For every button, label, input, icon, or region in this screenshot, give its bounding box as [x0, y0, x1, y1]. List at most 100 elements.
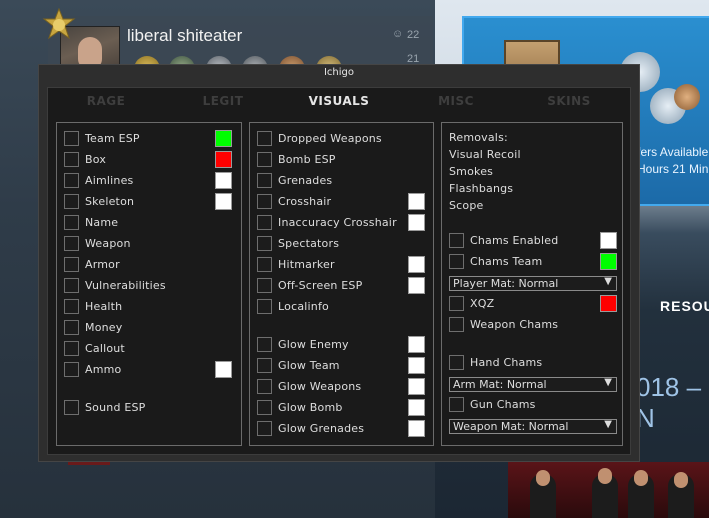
spectators-checkbox[interactable] [257, 236, 272, 251]
chams-enabled-checkbox[interactable] [449, 233, 464, 248]
scope-item[interactable]: Scope [449, 199, 484, 212]
chams-enabled-label: Chams Enabled [470, 234, 559, 247]
ammo-checkbox[interactable] [64, 362, 79, 377]
sound-esp-checkbox[interactable] [64, 400, 79, 415]
chams-enabled-color-swatch[interactable] [600, 232, 617, 249]
glow-grenades-checkbox[interactable] [257, 421, 272, 436]
vulnerabilities-checkbox[interactable] [64, 278, 79, 293]
glow-grenades-label: Glow Grenades [278, 422, 365, 435]
glow-weapons-checkbox[interactable] [257, 379, 272, 394]
aimlines-checkbox[interactable] [64, 173, 79, 188]
box-checkbox[interactable] [64, 152, 79, 167]
rank-badge-icon [42, 8, 76, 40]
gun-chams-checkbox[interactable] [449, 397, 464, 412]
bomb-esp-checkbox[interactable] [257, 152, 272, 167]
inaccuracy-crosshair-color-swatch[interactable] [408, 214, 425, 231]
xqz-color-swatch[interactable] [600, 295, 617, 312]
smokes-item[interactable]: Smokes [449, 165, 493, 178]
xqz-checkbox[interactable] [449, 296, 464, 311]
chams-team-checkbox[interactable] [449, 254, 464, 269]
offscreen-esp-color-swatch[interactable] [408, 277, 425, 294]
hand-chams-checkbox[interactable] [449, 355, 464, 370]
vulnerabilities-label: Vulnerabilities [85, 279, 166, 292]
glow-team-checkbox[interactable] [257, 358, 272, 373]
grenades-checkbox[interactable] [257, 173, 272, 188]
name-checkbox[interactable] [64, 215, 79, 230]
crosshair-checkbox[interactable] [257, 194, 272, 209]
bomb-esp-label: Bomb ESP [278, 153, 336, 166]
ammo-label: Ammo [85, 363, 122, 376]
grenades-label: Grenades [278, 174, 333, 187]
glow-bomb-color-swatch[interactable] [408, 399, 425, 416]
flashbangs-item[interactable]: Flashbangs [449, 182, 513, 195]
chams-team-color-swatch[interactable] [600, 253, 617, 270]
gun-chams-label: Gun Chams [470, 398, 536, 411]
hand-chams-label: Hand Chams [470, 356, 543, 369]
skeleton-color-swatch[interactable] [215, 193, 232, 210]
chevron-down-icon: ▼ [604, 276, 612, 287]
glow-team-label: Glow Team [278, 359, 340, 372]
cheat-menu-window[interactable]: Ichigo RAGE LEGIT VISUALS MISC SKINS Tea… [38, 64, 640, 462]
player-mat-dropdown[interactable]: Player Mat: Normal ▼ [449, 276, 617, 291]
callout-checkbox[interactable] [64, 341, 79, 356]
glow-bomb-checkbox[interactable] [257, 400, 272, 415]
inaccuracy-crosshair-checkbox[interactable] [257, 215, 272, 230]
money-label: Money [85, 321, 123, 334]
glow-weapons-color-swatch[interactable] [408, 378, 425, 395]
promo-offers-text: ffers Available [634, 145, 709, 159]
player-mat-value: Player Mat: Normal [453, 277, 559, 290]
localinfo-label: Localinfo [278, 300, 329, 313]
coin-icon [674, 84, 700, 110]
health-checkbox[interactable] [64, 299, 79, 314]
tab-visuals[interactable]: VISUALS [289, 94, 389, 108]
sound-esp-label: Sound ESP [85, 401, 146, 414]
chevron-down-icon: ▼ [604, 377, 612, 388]
glow-enemy-checkbox[interactable] [257, 337, 272, 352]
dropped-weapons-checkbox[interactable] [257, 131, 272, 146]
arm-mat-value: Arm Mat: Normal [453, 378, 547, 391]
spectators-label: Spectators [278, 237, 340, 250]
team-esp-color-swatch[interactable] [215, 130, 232, 147]
menu-title: Ichigo [323, 67, 355, 78]
weapon-chams-checkbox[interactable] [449, 317, 464, 332]
hitmarker-color-swatch[interactable] [408, 256, 425, 273]
team-esp-label: Team ESP [85, 132, 140, 145]
tab-legit[interactable]: LEGIT [173, 94, 273, 108]
news-photo[interactable] [508, 462, 709, 518]
skeleton-checkbox[interactable] [64, 194, 79, 209]
resources-nav-label[interactable]: RESOU [660, 298, 709, 314]
name-label: Name [85, 216, 119, 229]
tab-skins[interactable]: SKINS [519, 94, 619, 108]
stat-icon-1: ☺ [392, 28, 404, 40]
crosshair-color-swatch[interactable] [408, 193, 425, 210]
aimlines-color-swatch[interactable] [215, 172, 232, 189]
localinfo-checkbox[interactable] [257, 299, 272, 314]
offscreen-esp-checkbox[interactable] [257, 278, 272, 293]
weapon-checkbox[interactable] [64, 236, 79, 251]
tab-bar: RAGE LEGIT VISUALS MISC SKINS [48, 88, 630, 114]
inaccuracy-crosshair-label: Inaccuracy Crosshair [278, 216, 397, 229]
ammo-color-swatch[interactable] [215, 361, 232, 378]
weapon-mat-value: Weapon Mat: Normal [453, 420, 569, 433]
glow-team-color-swatch[interactable] [408, 357, 425, 374]
box-color-swatch[interactable] [215, 151, 232, 168]
glow-enemy-label: Glow Enemy [278, 338, 349, 351]
money-checkbox[interactable] [64, 320, 79, 335]
weapon-mat-dropdown[interactable]: Weapon Mat: Normal ▼ [449, 419, 617, 434]
tab-misc[interactable]: MISC [406, 94, 506, 108]
chams-column: Removals: Visual Recoil Smokes Flashbang… [441, 122, 623, 446]
skeleton-label: Skeleton [85, 195, 135, 208]
arm-mat-dropdown[interactable]: Arm Mat: Normal ▼ [449, 377, 617, 392]
glow-enemy-color-swatch[interactable] [408, 336, 425, 353]
armor-checkbox[interactable] [64, 257, 79, 272]
armor-label: Armor [85, 258, 120, 271]
hitmarker-checkbox[interactable] [257, 257, 272, 272]
aimlines-label: Aimlines [85, 174, 134, 187]
team-esp-checkbox[interactable] [64, 131, 79, 146]
glow-grenades-color-swatch[interactable] [408, 420, 425, 437]
glow-bomb-label: Glow Bomb [278, 401, 343, 414]
chevron-down-icon: ▼ [604, 419, 612, 430]
visual-recoil-item[interactable]: Visual Recoil [449, 148, 521, 161]
world-column: Dropped Weapons Bomb ESP Grenades Crossh… [249, 122, 434, 446]
tab-rage[interactable]: RAGE [56, 94, 156, 108]
